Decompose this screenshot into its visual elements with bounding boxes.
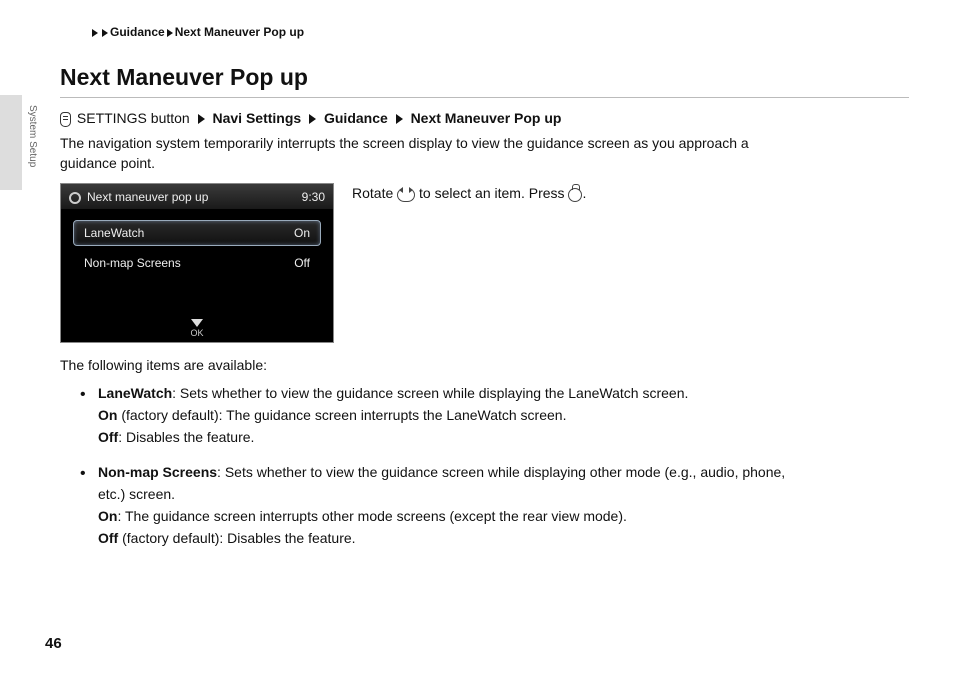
item-off-text: (factory default): Disables the feature. [118, 530, 355, 546]
breadcrumb: Guidance Next Maneuver Pop up [90, 25, 909, 39]
device-row-label: Non-map Screens [84, 256, 181, 270]
device-row-nonmap[interactable]: Non-map Screens Off [73, 250, 321, 276]
gear-icon [69, 192, 81, 204]
path-3: Guidance [324, 110, 388, 126]
path-4: Next Maneuver Pop up [411, 110, 562, 126]
item-off-label: Off [98, 530, 118, 546]
device-row-lanewatch[interactable]: LaneWatch On [73, 220, 321, 246]
item-desc: : Sets whether to view the guidance scre… [172, 385, 688, 401]
item-on-text: (factory default): The guidance screen i… [117, 407, 566, 423]
item-off-label: Off [98, 429, 118, 445]
arrow-icon [167, 29, 173, 37]
arrow-icon [309, 114, 316, 124]
side-tab [0, 95, 22, 190]
list-item: LaneWatch: Sets whether to view the guid… [80, 383, 800, 448]
arrow-icon [396, 114, 403, 124]
rotate-text-c: . [582, 185, 586, 201]
item-on-text: : The guidance screen interrupts other m… [117, 508, 626, 524]
chevron-down-icon [191, 319, 203, 327]
breadcrumb-b: Next Maneuver Pop up [175, 25, 304, 39]
path-2: Navi Settings [213, 110, 302, 126]
rotate-text-b: to select an item. Press [415, 185, 568, 201]
press-button-icon [568, 188, 582, 202]
arrow-icon [102, 29, 108, 37]
device-ok[interactable]: OK [61, 319, 333, 338]
device-time: 9:30 [302, 190, 325, 204]
device-screenshot: Next maneuver pop up 9:30 LaneWatch On N… [60, 183, 334, 343]
side-section-label: System Setup [27, 105, 38, 167]
item-off-text: : Disables the feature. [118, 429, 254, 445]
rotate-dial-icon [397, 188, 415, 202]
device-title: Next maneuver pop up [87, 190, 208, 204]
item-on-label: On [98, 407, 117, 423]
path-1: SETTINGS button [77, 110, 190, 126]
page-title: Next Maneuver Pop up [60, 64, 909, 98]
list-item: Non-map Screens: Sets whether to view th… [80, 462, 800, 549]
device-row-label: LaneWatch [84, 226, 144, 240]
rotate-instruction: Rotate to select an item. Press . [352, 183, 586, 201]
rotate-text-a: Rotate [352, 185, 397, 201]
item-name: Non-map Screens [98, 464, 217, 480]
device-row-value: Off [294, 256, 310, 270]
intro-text: The navigation system temporarily interr… [60, 133, 800, 174]
nav-path: SETTINGS button Navi Settings Guidance N… [60, 110, 909, 127]
breadcrumb-a: Guidance [110, 25, 165, 39]
available-line: The following items are available: [60, 357, 909, 373]
item-on-label: On [98, 508, 117, 524]
device-body: LaneWatch On Non-map Screens Off [61, 210, 333, 276]
arrow-icon [92, 29, 98, 37]
arrow-icon [198, 114, 205, 124]
device-ok-label: OK [190, 328, 203, 338]
settings-icon [60, 112, 71, 127]
page-number: 46 [45, 635, 62, 652]
item-name: LaneWatch [98, 385, 172, 401]
device-row-value: On [294, 226, 310, 240]
